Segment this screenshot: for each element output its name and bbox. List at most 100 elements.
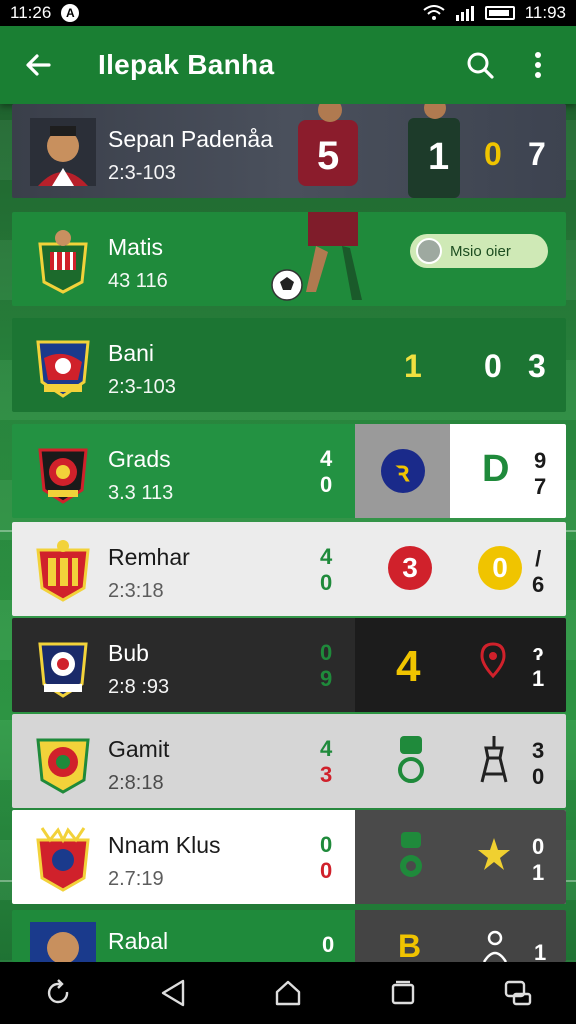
toggle-knob-icon: [416, 238, 442, 264]
extra-top: 0: [532, 834, 545, 859]
trophy-icon: [398, 736, 424, 783]
match-time: 2:3-103: [108, 162, 176, 184]
list-item[interactable]: Rabal 0 B 1: [12, 910, 566, 962]
team-crest: [30, 728, 96, 796]
big-score: 4: [396, 642, 421, 691]
player-avatar: [30, 922, 96, 962]
match-time: 3.3 113: [108, 482, 174, 504]
list-item[interactable]: Remhar 2:3:18 4 0 3 0 / 6: [12, 522, 566, 616]
rotate-button[interactable]: [28, 968, 88, 1018]
extra-stack: 3 0: [532, 738, 544, 790]
score-col3: 3: [528, 348, 546, 384]
score-top: 4: [320, 736, 333, 761]
score-top: 0: [322, 932, 335, 957]
extra-bottom: 1: [532, 860, 545, 885]
score-top: 0: [320, 832, 333, 857]
match-time: 2:8:18: [108, 772, 164, 794]
team-name: Sepan Padenåa: [108, 126, 273, 152]
medal-icon: [400, 832, 422, 877]
wifi-icon: [423, 5, 445, 20]
shirt-number: 5: [317, 134, 340, 178]
score-bottom: 0: [320, 858, 333, 883]
score-top: 0: [320, 640, 333, 665]
nav-back-button[interactable]: [143, 968, 203, 1018]
keeper-number: 1: [428, 136, 450, 178]
match-time: 2:3:18: [108, 580, 164, 602]
score-stack: 0 0: [320, 832, 332, 884]
extra-bottom: 6: [532, 572, 545, 597]
badge-yellow: 0: [478, 546, 522, 590]
badge-cell: ꝛ: [355, 424, 450, 518]
extra-stack: ɂ 1: [532, 640, 544, 692]
team-badge: ꝛ: [380, 449, 425, 493]
team-crest: [30, 332, 96, 400]
match-time: 2.7:19: [108, 868, 164, 890]
player-graphic: [298, 104, 460, 198]
status-chip[interactable]: Msio oier: [410, 234, 548, 268]
app-bar: Ilepak Banha: [0, 26, 576, 104]
triangle-back-icon: [161, 979, 184, 1007]
star-icon: [478, 838, 510, 870]
search-button[interactable]: [460, 45, 500, 85]
extra-top: 9: [534, 448, 547, 473]
page-title: Ilepak Banha: [98, 49, 275, 80]
extra-top: /: [535, 546, 542, 571]
extra-stack: / 6: [532, 546, 544, 598]
signal-icon: [455, 6, 474, 21]
score-stack: 4 0: [320, 446, 332, 498]
status-time-right: 11:93: [524, 3, 566, 22]
recents-icon: [391, 980, 415, 1005]
extra-top: ɂ: [532, 640, 544, 665]
badge-red: 3: [388, 546, 432, 590]
home-icon: [275, 980, 301, 1006]
player-legs-graphic: [306, 212, 362, 300]
battery-icon: [484, 6, 515, 20]
arrow-left-icon: [26, 54, 51, 76]
team-name: Nnam Klus: [108, 832, 221, 858]
result-letter: B: [398, 928, 422, 962]
result-cell: D 9 7: [450, 424, 566, 518]
list-item[interactable]: Bub 2:8 :93 0 9 4 ɂ 1: [12, 618, 566, 712]
list-item[interactable]: Grads 3.3 113 4 0 ꝛ D 9 7: [12, 424, 566, 518]
back-button[interactable]: [18, 45, 58, 85]
extra-stack: 0 1: [532, 834, 544, 886]
list-item[interactable]: Gamit 2:8:18 4 3 3 0: [12, 714, 566, 808]
status-chip-label: Msio oier: [450, 242, 511, 260]
rotate-icon: [47, 979, 68, 1004]
team-name: Matis: [108, 234, 163, 260]
extra-top: 3: [532, 738, 545, 763]
team-crest: [30, 226, 96, 294]
score-col2: 0: [484, 348, 502, 384]
list-item[interactable]: Nnam Klus 2.7:19 0 0 0 1: [12, 810, 566, 904]
extra-bottom: 0: [532, 764, 545, 789]
score-home: 0: [484, 136, 502, 172]
score-top: 4: [320, 544, 333, 569]
extra-bottom: 1: [534, 940, 547, 962]
score-bottom: 9: [320, 666, 333, 691]
team-name: Rabal: [108, 928, 169, 954]
score-stack: 0 9: [320, 640, 332, 692]
nav-home-button[interactable]: [258, 968, 318, 1018]
team-name: Bani: [108, 340, 155, 366]
result-letter: D: [482, 448, 510, 490]
list-item[interactable]: Sepan Padenåa 2:3-103 5 1 0 7: [12, 104, 566, 198]
nav-recents-button[interactable]: [373, 968, 433, 1018]
status-bar: 11:26 A 11:93: [0, 0, 576, 26]
team-name: Grads: [108, 446, 171, 472]
score-bottom: 3: [320, 762, 333, 787]
list-item[interactable]: Matis 43 116 Msio oier: [12, 212, 566, 306]
screenshot-button[interactable]: [488, 968, 548, 1018]
score-away: 7: [528, 136, 546, 172]
extra-stack: 9 7: [534, 448, 546, 500]
team-name: Bub: [108, 640, 149, 666]
team-crest: [30, 824, 96, 892]
list-item[interactable]: Bani 2:3-103 1 0 3: [12, 318, 566, 412]
more-vert-icon: [535, 52, 541, 78]
score-top: 4: [320, 446, 333, 471]
team-crest: [30, 536, 96, 604]
pin-icon: [480, 642, 506, 679]
notification-a-icon: A: [61, 4, 80, 22]
team-crest: [30, 438, 96, 506]
screenshot-icon: [505, 980, 532, 1006]
more-options-button[interactable]: [518, 45, 558, 85]
